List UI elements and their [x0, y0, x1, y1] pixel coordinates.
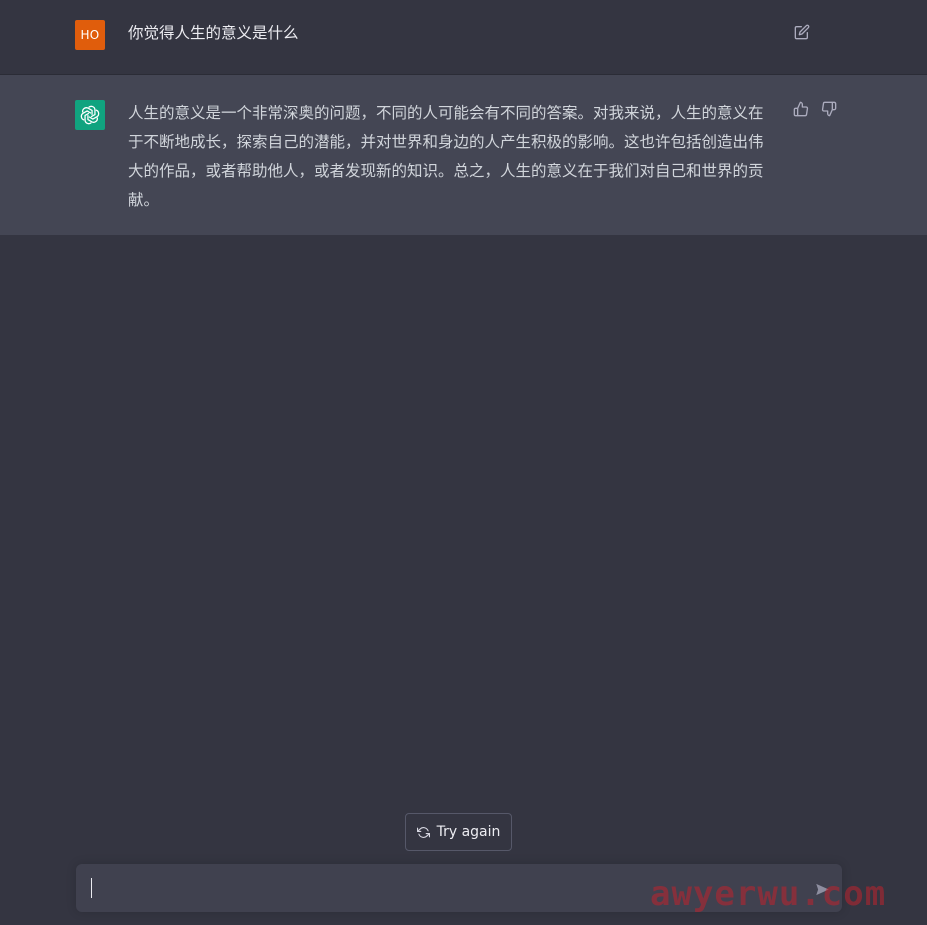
user-avatar-initials: HO — [80, 28, 100, 42]
user-avatar: HO — [75, 20, 105, 50]
chat-input-container — [76, 864, 842, 912]
feedback-buttons — [792, 100, 838, 118]
user-message-row: HO 你觉得人生的意义是什么 — [0, 0, 927, 75]
send-icon — [815, 883, 829, 895]
thumbs-up-icon — [793, 101, 809, 117]
refresh-icon — [416, 826, 430, 838]
thumbs-down-button[interactable] — [820, 100, 838, 118]
openai-logo-icon — [80, 105, 100, 125]
chat-page: HO 你觉得人生的意义是什么 人生的意义是一个非常深奥的问题，不同的人可能会有不… — [0, 0, 927, 925]
thumbs-up-button[interactable] — [792, 100, 810, 118]
thumbs-down-icon — [821, 101, 837, 117]
user-message-text: 你觉得人生的意义是什么 — [128, 24, 299, 42]
edit-message-button[interactable] — [792, 22, 812, 42]
assistant-message-row: 人生的意义是一个非常深奥的问题，不同的人可能会有不同的答案。对我来说，人生的意义… — [0, 75, 927, 235]
try-again-button[interactable]: Try again — [405, 813, 512, 851]
edit-icon — [794, 24, 810, 40]
assistant-avatar — [75, 100, 105, 130]
chat-input[interactable] — [90, 876, 790, 900]
send-button[interactable] — [812, 879, 832, 899]
assistant-message-text: 人生的意义是一个非常深奥的问题，不同的人可能会有不同的答案。对我来说，人生的意义… — [128, 104, 764, 209]
try-again-label: Try again — [436, 824, 501, 840]
text-caret — [91, 878, 92, 898]
